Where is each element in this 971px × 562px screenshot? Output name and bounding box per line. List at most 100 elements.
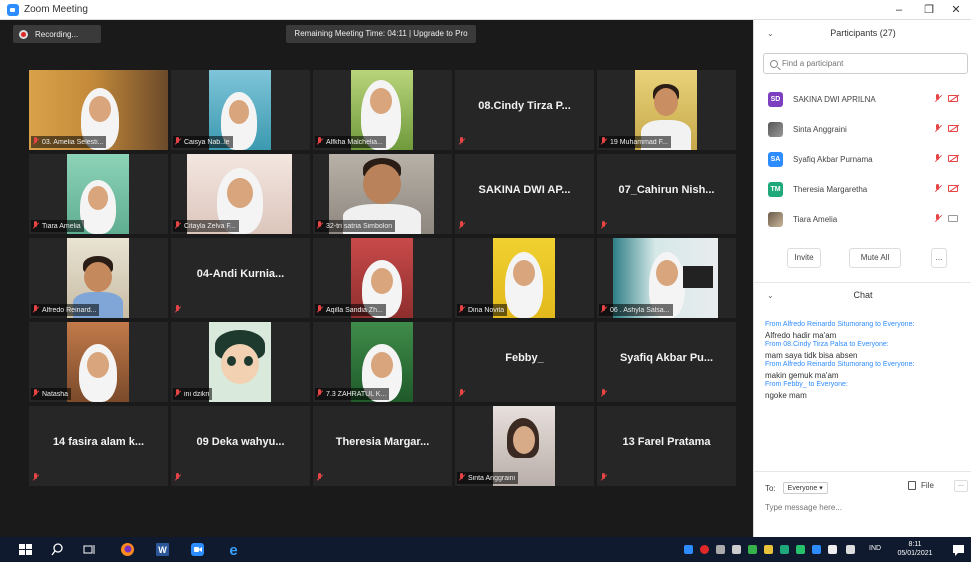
video-tile[interactable]: 09 Deka wahyu... bbox=[171, 406, 310, 486]
participant-name-label: Alfkha Malchelia... bbox=[315, 136, 386, 148]
mic-muted-icon bbox=[316, 473, 324, 483]
participant-row[interactable]: TM Theresia Margaretha bbox=[754, 174, 971, 204]
record-tray-icon[interactable] bbox=[700, 545, 709, 554]
recording-label: Recording... bbox=[35, 29, 79, 39]
participant-search-input[interactable] bbox=[782, 59, 952, 68]
participant-name-label bbox=[599, 220, 611, 232]
chat-messages: From Alfredo Reinardo Situmorang to Ever… bbox=[765, 320, 969, 400]
battery-icon[interactable] bbox=[828, 545, 837, 554]
video-tile[interactable]: 13 Farel Pratama bbox=[597, 406, 736, 486]
participant-name-label: Natasha bbox=[31, 388, 72, 400]
avatar bbox=[768, 121, 783, 137]
video-tile[interactable]: 04-Andi Kurnia... bbox=[171, 238, 310, 318]
chat-sender[interactable]: From Alfredo Reinardo Situmorang to Ever… bbox=[765, 320, 969, 330]
minimize-button[interactable]: – bbox=[884, 0, 914, 20]
chat-more-button[interactable]: ... bbox=[954, 480, 968, 492]
participant-row[interactable]: Sinta Anggraini bbox=[754, 114, 971, 144]
mute-all-button[interactable]: Mute All bbox=[849, 248, 901, 268]
wifi-icon[interactable] bbox=[846, 545, 855, 554]
mic-muted-icon bbox=[316, 305, 324, 315]
tray-app-icon[interactable] bbox=[780, 545, 789, 554]
mic-muted-icon bbox=[174, 473, 182, 483]
video-tile[interactable]: Tiara Amelia bbox=[29, 154, 168, 234]
video-tile[interactable]: Aqilla Sandia Zh... bbox=[313, 238, 452, 318]
video-tile[interactable]: SAKINA DWI AP... bbox=[455, 154, 594, 234]
input-language[interactable]: IND bbox=[869, 545, 881, 552]
video-tile[interactable]: ini dzikri bbox=[171, 322, 310, 402]
video-tile[interactable]: Natasha bbox=[29, 322, 168, 402]
participant-search[interactable] bbox=[763, 53, 968, 74]
tray-app-icon[interactable] bbox=[748, 545, 757, 554]
recording-indicator[interactable]: Recording... bbox=[13, 25, 101, 43]
word-icon[interactable]: W bbox=[155, 542, 170, 557]
video-off-icon bbox=[948, 125, 958, 132]
meeting-time-banner[interactable]: Remaining Meeting Time: 04:11 | Upgrade … bbox=[286, 25, 476, 43]
chat-text: makin gemuk ma'am bbox=[765, 371, 839, 380]
search-icon[interactable] bbox=[50, 542, 65, 557]
video-tile[interactable]: 07_Cahirun Nish... bbox=[597, 154, 736, 234]
file-button[interactable]: File bbox=[908, 481, 934, 490]
file-icon bbox=[908, 481, 916, 490]
participant-name: 13 Farel Pratama bbox=[622, 436, 711, 448]
participant-row[interactable]: Tiara Amelia bbox=[754, 204, 971, 234]
participant-row-name: SAKINA DWI APRILNA bbox=[793, 94, 876, 104]
participant-name-label bbox=[457, 136, 469, 148]
chat-title: Chat bbox=[853, 289, 873, 300]
participants-more-button[interactable]: ... bbox=[931, 248, 947, 268]
close-button[interactable]: ✕ bbox=[941, 0, 971, 20]
participant-row[interactable]: SD SAKINA DWI APRILNA bbox=[754, 84, 971, 114]
video-tile[interactable]: 06 . Ashyla Salsa... bbox=[597, 238, 736, 318]
video-tile[interactable]: 7.3 ZAHRATUL K... bbox=[313, 322, 452, 402]
side-panel: ⌄ Participants (27) SD SAKINA DWI APRILN… bbox=[753, 20, 971, 537]
video-tile[interactable]: Sinta Anggraini bbox=[455, 406, 594, 486]
video-tile[interactable]: Alfredo Reinard... bbox=[29, 238, 168, 318]
video-tile[interactable]: 08.Cindy Tirza P... bbox=[455, 70, 594, 150]
collapse-chevron-icon[interactable]: ⌄ bbox=[767, 29, 774, 38]
participant-name: 04-Andi Kurnia... bbox=[196, 268, 285, 280]
video-tile[interactable]: 32-tri satria Simbolon bbox=[313, 154, 452, 234]
participant-name: Febby_ bbox=[505, 352, 544, 364]
video-tile[interactable]: Alfkha Malchelia... bbox=[313, 70, 452, 150]
participant-row[interactable]: SA Syafiq Akbar Purnama bbox=[754, 144, 971, 174]
tray-app-icon[interactable] bbox=[812, 545, 821, 554]
video-tile[interactable]: Febby_ bbox=[455, 322, 594, 402]
windows-taskbar: W e IND 8:11 05/01/2021 bbox=[0, 537, 971, 562]
invite-button[interactable]: Invite bbox=[787, 248, 821, 268]
zoom-taskbar-icon[interactable] bbox=[190, 542, 205, 557]
video-tile[interactable]: Syafiq Akbar Pu... bbox=[597, 322, 736, 402]
mic-muted-icon bbox=[934, 214, 942, 224]
edge-icon[interactable]: e bbox=[226, 542, 241, 559]
chat-message-input[interactable] bbox=[765, 503, 960, 512]
participant-name-label bbox=[173, 472, 185, 484]
mic-muted-icon bbox=[316, 389, 324, 399]
network-icon[interactable] bbox=[716, 545, 725, 554]
taskbar-clock[interactable]: 8:11 05/01/2021 bbox=[890, 540, 940, 558]
video-tile[interactable]: Theresia Margar... bbox=[313, 406, 452, 486]
mic-muted-icon bbox=[174, 221, 182, 231]
file-label: File bbox=[921, 481, 934, 490]
video-tile[interactable]: Caisya Nab..le bbox=[171, 70, 310, 150]
video-tile[interactable]: Dina Novita bbox=[455, 238, 594, 318]
collapse-chevron-icon[interactable]: ⌄ bbox=[767, 291, 774, 300]
volume-icon[interactable] bbox=[732, 545, 741, 554]
mic-muted-icon bbox=[174, 389, 182, 399]
windows-start-icon[interactable] bbox=[18, 542, 33, 557]
recipient-select[interactable]: Everyone ▾ bbox=[782, 482, 828, 494]
participant-name-label bbox=[457, 220, 469, 232]
tray-app-icon[interactable] bbox=[764, 545, 773, 554]
tray-app-icon[interactable] bbox=[796, 545, 805, 554]
task-view-icon[interactable] bbox=[82, 542, 97, 557]
zoom-tray-icon[interactable] bbox=[684, 545, 693, 554]
participant-name-label: ini dzikri bbox=[173, 388, 213, 400]
firefox-icon[interactable] bbox=[120, 542, 135, 557]
notification-icon[interactable] bbox=[951, 542, 966, 557]
mic-muted-icon bbox=[458, 473, 466, 483]
chat-recipient: To: Everyone ▾ bbox=[765, 482, 828, 494]
maximize-button[interactable]: ❐ bbox=[914, 0, 944, 20]
video-tile[interactable]: 03. Amelia Selesti... bbox=[29, 70, 168, 150]
video-tile[interactable]: 19 Muhammad F... bbox=[597, 70, 736, 150]
video-tile[interactable]: Citayla Zelva F... bbox=[171, 154, 310, 234]
avatar: SD bbox=[768, 91, 783, 107]
window-title: Zoom Meeting bbox=[24, 4, 88, 15]
video-tile[interactable]: 14 fasira alam k... bbox=[29, 406, 168, 486]
